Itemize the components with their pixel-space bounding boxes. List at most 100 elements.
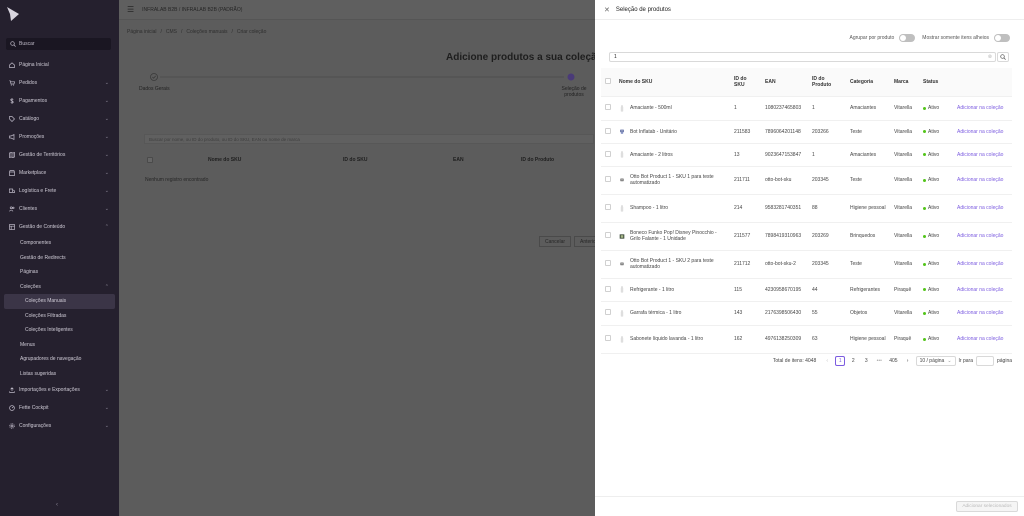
sidebar-item-configuracoes[interactable]: Configurações ⌄ xyxy=(0,417,119,435)
sidebar-search[interactable]: Buscar xyxy=(6,38,111,50)
add-to-collection-link[interactable]: Adicionar na coleção xyxy=(957,261,1003,267)
megaphone-icon xyxy=(9,134,15,140)
sku-name: Sabonete líquido lavanda - 1 litro xyxy=(630,336,704,342)
sidebar-item-clientes[interactable]: Clientes ⌄ xyxy=(0,200,119,218)
column-category[interactable]: Categoria xyxy=(846,68,890,97)
close-icon[interactable]: ✕ xyxy=(604,6,610,14)
add-to-collection-link[interactable]: Adicionar na coleção xyxy=(957,310,1003,316)
sidebar-item-pedidos[interactable]: Pedidos ⌄ xyxy=(0,74,119,92)
status-text: Ativo xyxy=(928,336,940,342)
collection-search-input[interactable]: Buscar por nome, ou ID do produto, ou ID… xyxy=(144,134,594,144)
table-row: Otto Bot Product 1 - SKU 1 para teste au… xyxy=(601,166,1012,195)
search-button[interactable] xyxy=(997,52,1009,62)
sidebar-subitem-listas-sugeridas[interactable]: Listas sugeridas xyxy=(0,367,119,382)
sidebar-subitem-gestao-de-redirects[interactable]: Gestão de Redirects xyxy=(0,251,119,266)
column-brand[interactable]: Marca xyxy=(890,68,919,97)
sidebar-item-promocoes[interactable]: Promoções ⌄ xyxy=(0,128,119,146)
sidebar-item-gestao-de-conteudo[interactable]: Gestão de Conteúdo ⌃ xyxy=(0,218,119,236)
app-logo-icon[interactable] xyxy=(6,6,20,22)
row-checkbox[interactable] xyxy=(605,176,611,182)
page-1[interactable]: 1 xyxy=(835,356,846,366)
sidebar-item-gestao-de-territorios[interactable]: Gestão de Territórios ⌄ xyxy=(0,146,119,164)
ean: 2176398506430 xyxy=(761,301,808,326)
only-children-toggle[interactable] xyxy=(994,34,1010,42)
add-to-collection-link[interactable]: Adicionar na coleção xyxy=(957,205,1003,211)
add-to-collection-link[interactable]: Adicionar na coleção xyxy=(957,336,1003,342)
sidebar-item-label: Pedidos xyxy=(19,80,38,86)
sidebar-item-fette-cockpit[interactable]: Fette Cockpit ⌄ xyxy=(0,399,119,417)
chevron-down-icon: ⌄ xyxy=(104,134,109,140)
row-checkbox[interactable] xyxy=(605,232,611,238)
account-switcher[interactable]: INFRALAB B2B / INFRALAB B2B (PADRÃO) xyxy=(142,7,242,13)
add-to-collection-link[interactable]: Adicionar na coleção xyxy=(957,287,1003,293)
sidebar-subitem-colecoes-manuais[interactable]: Coleções Manuais xyxy=(4,294,115,309)
breadcrumb-item-cms[interactable]: CMS xyxy=(166,29,177,35)
group-by-product-toggle[interactable] xyxy=(899,34,916,42)
goto-page-input[interactable] xyxy=(975,356,994,366)
row-checkbox[interactable] xyxy=(605,204,611,210)
category: Teste xyxy=(846,166,890,195)
cancel-button[interactable]: Cancelar xyxy=(539,236,572,247)
column-ean[interactable]: EAN xyxy=(761,68,808,97)
sidebar-subitem-paginas[interactable]: Páginas xyxy=(0,265,119,280)
table-row: Amaciante - 500ml 1 1080237465803 1 Amac… xyxy=(601,96,1012,121)
sidebar-item-marketplace[interactable]: Marketplace ⌄ xyxy=(0,164,119,182)
row-checkbox[interactable] xyxy=(605,260,611,266)
only-children-label: Mostrar somente itens alheios xyxy=(922,35,989,41)
status-dot-icon xyxy=(923,106,926,110)
breadcrumb-item-pagina-inicial[interactable]: Página inicial xyxy=(127,29,156,35)
chevron-down-icon: ⌄ xyxy=(104,387,109,393)
pagination-ellipsis[interactable]: ••• xyxy=(874,356,884,366)
menu-icon[interactable]: ☰ xyxy=(127,5,134,14)
status-dot-icon xyxy=(923,153,926,156)
breadcrumb-item-colecoes-manuais[interactable]: Coleções manuais xyxy=(186,29,227,35)
sidebar-item-logistica-e-frete[interactable]: Logística e Frete ⌄ xyxy=(0,182,119,200)
page-last[interactable]: 405 xyxy=(887,356,899,366)
select-all-products-checkbox[interactable] xyxy=(605,77,611,84)
column-sku-id[interactable]: ID do SKU xyxy=(730,68,761,97)
column-status[interactable]: Status xyxy=(919,68,953,97)
brand: Vitarella xyxy=(890,96,919,121)
empty-state: Nenhum registro encontrado xyxy=(145,177,209,183)
sidebar-subitem-colecoes-inteligentes[interactable]: Coleções Inteligentes xyxy=(0,323,119,338)
sidebar-subitem-colecoes[interactable]: Coleções ⌃ xyxy=(0,280,119,295)
sidebar-subitem-componentes[interactable]: Componentes xyxy=(0,236,119,251)
select-all-checkbox[interactable] xyxy=(147,157,153,163)
sidebar-subitem-colecoes-filtradas[interactable]: Coleções Filtradas xyxy=(0,309,119,324)
row-checkbox[interactable] xyxy=(605,104,611,110)
add-to-collection-link[interactable]: Adicionar na coleção xyxy=(957,105,1003,111)
collapse-sidebar-button[interactable]: ‹ xyxy=(56,502,58,508)
status-dot-icon xyxy=(923,311,926,315)
brand: Vitarella xyxy=(890,143,919,167)
row-checkbox[interactable] xyxy=(605,127,611,134)
next-page-icon[interactable]: › xyxy=(903,356,913,366)
add-to-collection-link[interactable]: Adicionar na coleção xyxy=(957,129,1003,135)
clear-search-icon[interactable]: ⊗ xyxy=(988,54,992,60)
add-to-collection-link[interactable]: Adicionar na coleção xyxy=(957,177,1003,183)
add-to-collection-link[interactable]: Adicionar na coleção xyxy=(957,233,1003,239)
row-checkbox[interactable] xyxy=(605,335,611,341)
users-icon xyxy=(9,206,15,212)
page-2[interactable]: 2 xyxy=(848,356,858,366)
sidebar-item-catalogo[interactable]: Catálogo ⌄ xyxy=(0,110,119,128)
prev-page-icon[interactable]: ‹ xyxy=(822,356,832,366)
sku-name: Garrafa térmica - 1 litro xyxy=(630,310,682,316)
sidebar-item-importacoes-e-exportacoes[interactable]: Importações e Exportações ⌄ xyxy=(0,381,119,399)
page-3[interactable]: 3 xyxy=(861,356,871,366)
row-checkbox[interactable] xyxy=(605,285,611,292)
row-checkbox[interactable] xyxy=(605,309,611,315)
product-search-input[interactable]: 1 ⊗ xyxy=(609,52,996,62)
sidebar-item-pagamentos[interactable]: Pagamentos ⌄ xyxy=(0,92,119,110)
add-to-collection-link[interactable]: Adicionar na coleção xyxy=(957,152,1003,158)
sidebar-subitem-menus[interactable]: Menus xyxy=(0,338,119,353)
add-selected-button[interactable]: Adicionar selecionados xyxy=(956,501,1018,512)
column-sku-name[interactable]: Nome do SKU xyxy=(615,68,730,97)
sidebar-item-pagina-inicial[interactable]: Página Inicial xyxy=(0,56,119,74)
page-size-select[interactable]: 10 / página ⌄ xyxy=(915,356,956,366)
sidebar-subitem-agrupadores-de-navegacao[interactable]: Agrupadores de navegação xyxy=(0,352,119,367)
sku-id: 211583 xyxy=(730,120,761,144)
row-checkbox[interactable] xyxy=(605,150,611,157)
breadcrumb-item-criar-colecao: Criar coleção xyxy=(236,29,267,35)
table-row: Garrafa térmica - 1 litro 143 2176398506… xyxy=(601,301,1012,326)
column-product-id[interactable]: ID do Produto xyxy=(808,68,846,97)
